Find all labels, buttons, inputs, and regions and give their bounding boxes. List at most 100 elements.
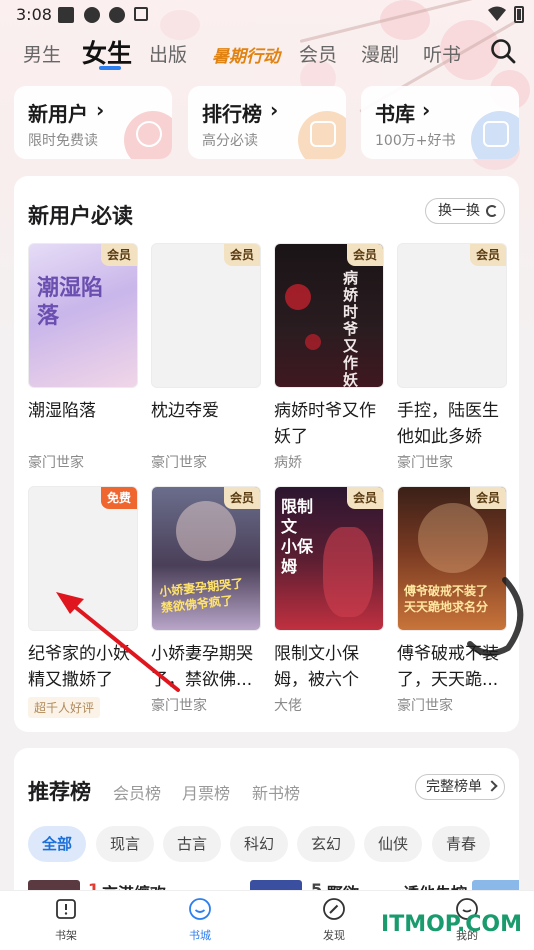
book-genre: 豪门世家 <box>151 455 207 471</box>
rank-tab-new[interactable]: 新书榜 <box>252 780 300 804</box>
book-item[interactable]: 会员 手控，陆医生他如此多娇 豪门世家 <box>397 243 507 472</box>
book-cover: 潮湿陷落 会员 <box>28 243 138 388</box>
vip-badge: 会员 <box>347 487 383 509</box>
vip-badge: 会员 <box>224 487 260 509</box>
tab-publish[interactable]: 出版 <box>149 40 187 67</box>
alarm-clock-glyph <box>136 121 162 147</box>
cover-figure <box>176 501 236 561</box>
book-title: 小娇妻孕期哭了，禁欲佛... <box>151 644 253 690</box>
smile-icon <box>189 898 211 920</box>
book-item[interactable]: 限制文 小保姆 会员 限制文小保姆，被六个大... 大佬 <box>274 486 384 715</box>
new-user-section: 新用户必读 换一换 潮湿陷落 会员 潮湿陷落 豪门世家 会员 枕边夺爱 豪门世家… <box>14 176 519 732</box>
cover-title-art: 潮湿陷落 <box>37 275 104 329</box>
status-bar: 3:08 <box>0 0 534 30</box>
tab-audiobook[interactable]: 听书 <box>423 40 461 67</box>
cover-petal <box>285 284 311 310</box>
book-cover: 限制文 小保姆 会员 <box>274 486 384 631</box>
quick-entry-new-user[interactable]: 新用户 › 限时免费读 <box>14 86 172 159</box>
book-title: 枕边夺爱 <box>151 401 219 421</box>
compass-icon <box>323 898 345 920</box>
book-cover: 会员 <box>397 243 507 388</box>
book-cover: 会员 <box>151 243 261 388</box>
notification-icon <box>58 7 74 23</box>
book-item[interactable]: 病娇时爷又作妖了 会员 病娇时爷又作妖了 病娇 <box>274 243 384 472</box>
book-item[interactable]: 会员 枕边夺爱 豪门世家 <box>151 243 261 472</box>
rank-tab-monthly[interactable]: 月票榜 <box>182 780 230 804</box>
book-title: 纪爷家的小妖精又撒娇了 <box>28 644 130 690</box>
book-cover: 傅爷破戒不装了 天天跪地求名分 会员 <box>397 486 507 631</box>
rank-tab-vip[interactable]: 会员榜 <box>113 780 161 804</box>
quick-entry-title: 新用户 <box>28 102 88 126</box>
book-cover: 小娇妻孕期哭了 禁欲佛爷疯了 会员 <box>151 486 261 631</box>
refresh-icon <box>486 205 498 217</box>
battery-icon <box>514 6 524 23</box>
nav-bookstore[interactable]: 书城 <box>160 897 240 943</box>
ranking-section: 推荐榜 会员榜 月票榜 新书榜 完整榜单 全部 现言 古言 科幻 玄幻 仙侠 青… <box>14 748 519 908</box>
cover-figure <box>418 503 488 573</box>
section-title: 推荐榜 <box>28 780 91 804</box>
category-tabs: 男生 女生 出版 暑期行动 会员 漫剧 听书 <box>0 34 534 74</box>
cover-title-art: 小娇妻孕期哭了 禁欲佛爷疯了 <box>158 576 244 615</box>
tab-vip[interactable]: 会员 <box>299 40 337 67</box>
quick-entry-library[interactable]: 书库 › 100万+好书 <box>361 86 519 159</box>
cover-petal <box>305 334 321 350</box>
nav-label: 书架 <box>55 929 77 942</box>
tab-summer-campaign[interactable]: 暑期行动 <box>212 42 280 67</box>
active-tab-indicator <box>99 66 121 70</box>
watermark: ITMOP.COM <box>381 912 522 937</box>
genre-chip[interactable]: 科幻 <box>230 826 289 862</box>
book-genre: 病娇 <box>274 455 302 471</box>
book-item[interactable]: 潮湿陷落 会员 潮湿陷落 豪门世家 <box>28 243 138 472</box>
chevron-right-icon: › <box>96 98 105 122</box>
refresh-label: 换一换 <box>438 203 480 219</box>
book-title: 病娇时爷又作妖了 <box>274 401 376 447</box>
tab-female[interactable]: 女生 <box>82 34 132 70</box>
genre-chip-all[interactable]: 全部 <box>28 826 87 862</box>
genre-chip[interactable]: 玄幻 <box>297 826 356 862</box>
chevron-right-icon <box>486 780 498 792</box>
free-badge: 免费 <box>101 487 137 509</box>
search-icon[interactable] <box>490 38 516 64</box>
quick-entry-subtitle: 限时免费读 <box>28 133 98 149</box>
refresh-button[interactable]: 换一换 <box>425 198 505 224</box>
book-cover: 免费 <box>28 486 138 631</box>
full-ranking-label: 完整榜单 <box>426 779 482 795</box>
app-notification-icon <box>84 7 100 23</box>
full-ranking-button[interactable]: 完整榜单 <box>415 774 505 800</box>
genre-chip[interactable]: 仙侠 <box>364 826 423 862</box>
app-notification-icon <box>109 7 125 23</box>
status-time: 3:08 <box>16 5 52 24</box>
cover-title-art: 病娇时爷又作妖了 <box>343 269 359 388</box>
nav-bookshelf[interactable]: 书架 <box>26 897 106 943</box>
book-title: 限制文小保姆，被六个大... <box>274 644 359 690</box>
quick-entry-title: 排行榜 <box>202 102 262 126</box>
nav-discover[interactable]: 发现 <box>294 897 374 943</box>
a-badge-icon <box>134 7 148 21</box>
vip-badge: 会员 <box>101 244 137 266</box>
book-genre: 豪门世家 <box>397 455 453 471</box>
section-title: 新用户必读 <box>28 204 133 228</box>
book-item[interactable]: 傅爷破戒不装了 天天跪地求名分 会员 傅爷破戒不装了，天天跪... 豪门世家 <box>397 486 507 715</box>
cover-figure <box>323 527 373 617</box>
vip-badge: 会员 <box>224 244 260 266</box>
genre-chip[interactable]: 青春 <box>432 826 491 862</box>
wifi-icon <box>488 6 506 21</box>
book-title: 傅爷破戒不装了，天天跪... <box>397 644 499 690</box>
genre-chip[interactable]: 现言 <box>96 826 155 862</box>
quick-entry-title: 书库 <box>375 102 415 126</box>
rating-pill: 超千人好评 <box>28 697 101 718</box>
book-stack-glyph <box>483 121 509 147</box>
podium-glyph <box>310 121 336 147</box>
book-item[interactable]: 小娇妻孕期哭了 禁欲佛爷疯了 会员 小娇妻孕期哭了，禁欲佛... 豪门世家 <box>151 486 261 715</box>
tab-short-drama[interactable]: 漫剧 <box>361 40 399 67</box>
nav-label: 发现 <box>323 929 345 942</box>
book-genre: 豪门世家 <box>28 455 84 471</box>
genre-chip[interactable]: 古言 <box>163 826 222 862</box>
book-item[interactable]: 免费 纪爷家的小妖精又撒娇了 超千人好评 <box>28 486 138 718</box>
chevron-right-icon: › <box>270 98 279 122</box>
tab-male[interactable]: 男生 <box>23 40 61 67</box>
quick-entry-ranking[interactable]: 排行榜 › 高分必读 <box>188 86 346 159</box>
chevron-right-icon: › <box>422 98 431 122</box>
book-genre: 豪门世家 <box>151 698 207 714</box>
book-cover: 病娇时爷又作妖了 会员 <box>274 243 384 388</box>
